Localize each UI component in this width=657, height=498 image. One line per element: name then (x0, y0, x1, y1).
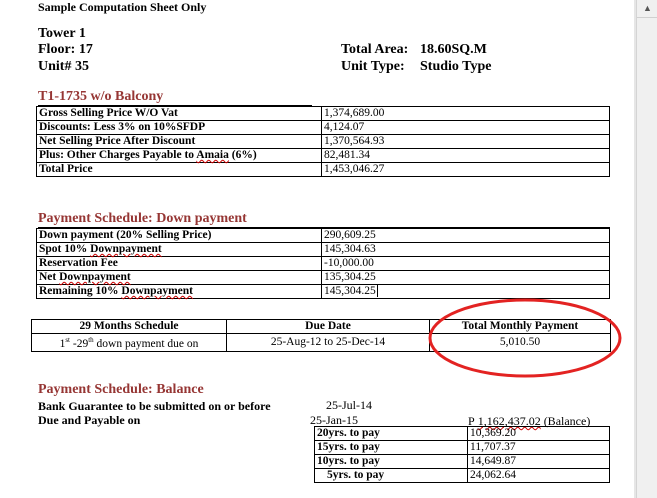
table-row: Plus: Other Charges Payable to Amaia (6%… (36, 148, 610, 163)
schedule-header-months: 29 Months Schedule (31, 319, 227, 334)
term-value: 14,649.87 (467, 454, 610, 469)
table-row: Down payment (20% Selling Price) 290,609… (36, 228, 610, 243)
other-charges-label: Plus: Other Charges Payable to Amaia (6%… (36, 148, 322, 163)
other-charges-label-a: Plus: Other Charges Payable to (39, 149, 197, 161)
schedule-due-cell: 25-Aug-12 to 25-Dec-14 (226, 333, 430, 352)
downpayment-label: Down payment (20% Selling Price) (36, 228, 322, 243)
gross-price-label: Gross Selling Price W/O Vat (36, 106, 322, 121)
guarantee-label: Bank Guarantee to be submitted on or bef… (38, 399, 271, 413)
due-payable-label: Due and Payable on (38, 413, 141, 427)
remaining-downpayment-label: Remaining 10% Downpayment (36, 284, 322, 299)
net-dp-label-b: Downpayment (59, 271, 131, 283)
remaining-dp-label-b: Downpayment (121, 285, 193, 297)
pricing-heading: T1-1735 w/o Balcony (38, 89, 312, 106)
pricing-heading-text: T1-1735 w/o Balcony (38, 89, 164, 104)
table-row: 5yrs. to pay 24,062.64 (314, 468, 610, 483)
unit-type-label: Unit Type: (341, 59, 405, 74)
scroll-up-arrow-icon[interactable]: ▲ (637, 0, 657, 18)
other-charges-label-b: Amaia (196, 149, 229, 161)
table-row: 10yrs. to pay 14,649.87 (314, 454, 610, 469)
balance-terms-table: 20yrs. to pay 10,369.20 15yrs. to pay 11… (314, 426, 610, 483)
remaining-dp-value-text: 145,304.25 (324, 285, 376, 297)
schedule-header-due-date: Due Date (226, 319, 430, 334)
other-charges-label-c: (6%) (228, 149, 257, 161)
term-label: 10yrs. to pay (314, 454, 468, 469)
months-end: -29 (69, 337, 89, 350)
term-value: 24,062.64 (467, 468, 610, 483)
unit-type-value: Studio Type (420, 59, 492, 74)
table-row: Net Downpayment 135,304.25 (36, 270, 610, 285)
term-value: 10,369.20 (467, 426, 610, 441)
table-row: Net Selling Price After Discount 1,370,5… (36, 134, 610, 149)
months-desc: down payment due on (93, 337, 199, 350)
discount-label: Discounts: Less 3% on 10%SFDP (36, 120, 322, 135)
unit-number-label: Unit# 35 (38, 59, 89, 74)
net-downpayment-label: Net Downpayment (36, 270, 322, 285)
total-price-value: 1,453,046.27 (321, 162, 610, 177)
term-label: 15yrs. to pay (314, 440, 468, 455)
table-row: Total Price 1,453,046.27 (36, 162, 610, 177)
total-area-value: 18.60SQ.M (420, 42, 487, 57)
downpayment-value: 290,609.25 (321, 228, 610, 243)
table-row: 15yrs. to pay 11,707.37 (314, 440, 610, 455)
table-row: Spot 10% Downpayment 145,304.63 (36, 242, 610, 257)
downpayment-heading: Payment Schedule: Down payment (38, 211, 610, 228)
total-price-label: Total Price (36, 162, 322, 177)
floor-label: Floor: 17 (38, 42, 93, 57)
net-downpayment-value: 135,304.25 (321, 270, 610, 285)
highlight-ellipse (428, 298, 622, 378)
total-area-label: Total Area: (341, 42, 409, 57)
spot-downpayment-label: Spot 10% Downpayment (36, 242, 322, 257)
table-row: Discounts: Less 3% on 10%SFDP 4,124.07 (36, 120, 610, 135)
tower-label: Tower 1 (38, 26, 86, 41)
gross-price-value: 1,374,689.00 (321, 106, 610, 121)
remaining-dp-label-a: Remaining 10% (39, 285, 122, 297)
downpayment-heading-text: Payment Schedule: Down payment (38, 211, 247, 226)
term-value: 11,707.37 (467, 440, 610, 455)
table-row: Gross Selling Price W/O Vat 1,374,689.00 (36, 106, 610, 121)
term-label: 5yrs. to pay (314, 468, 468, 483)
net-dp-label-a: Net (39, 271, 60, 283)
reservation-fee-value: -10,000.00 (321, 256, 610, 271)
spot-label-a: Spot 10% (39, 243, 91, 255)
highlight-ellipse-shape (428, 298, 622, 378)
schedule-months-cell: 1st -29th down payment due on (31, 333, 227, 352)
reservation-fee-label: Reservation Fee (36, 256, 322, 271)
document-title: Sample Computation Sheet Only (38, 0, 207, 14)
other-charges-value: 82,481.34 (321, 148, 610, 163)
discount-value: 4,124.07 (321, 120, 610, 135)
term-label: 20yrs. to pay (314, 426, 468, 441)
table-row: 20yrs. to pay 10,369.20 (314, 426, 610, 441)
vertical-scrollbar[interactable]: ▲ (636, 0, 657, 498)
pricing-table: Gross Selling Price W/O Vat 1,374,689.00… (36, 106, 610, 177)
balance-heading: Payment Schedule: Balance (38, 382, 204, 397)
table-row: Reservation Fee -10,000.00 (36, 256, 610, 271)
guarantee-date: 25-Jul-14 (326, 398, 372, 412)
spot-label-b: Downpayment (90, 243, 162, 255)
spot-downpayment-value: 145,304.63 (321, 242, 610, 257)
downpayment-table: Down payment (20% Selling Price) 290,609… (36, 228, 610, 299)
net-price-value: 1,370,564.93 (321, 134, 610, 149)
net-price-label: Net Selling Price After Discount (36, 134, 322, 149)
text-cursor: ​ (376, 285, 378, 297)
